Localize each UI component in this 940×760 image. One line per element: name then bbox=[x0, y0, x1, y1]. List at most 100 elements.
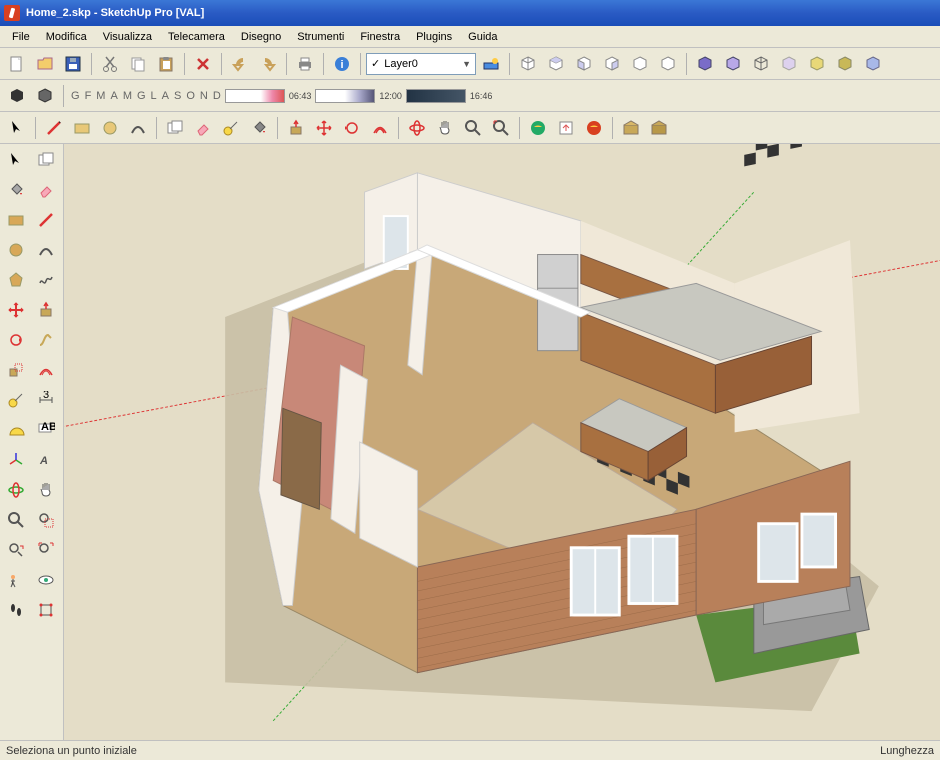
separator bbox=[286, 53, 287, 75]
paint-tool[interactable] bbox=[2, 176, 30, 204]
protractor-tool[interactable] bbox=[2, 416, 30, 444]
make-component-tool[interactable] bbox=[32, 146, 60, 174]
circle-tool-button[interactable] bbox=[97, 115, 123, 141]
line-tool[interactable] bbox=[32, 206, 60, 234]
view-right-button[interactable] bbox=[599, 51, 625, 77]
orbit-tool-button[interactable] bbox=[404, 115, 430, 141]
view-front-button[interactable] bbox=[571, 51, 597, 77]
menu-file[interactable]: File bbox=[4, 28, 38, 46]
style-monochrome-button[interactable] bbox=[804, 51, 830, 77]
eraser-tool-button[interactable] bbox=[190, 115, 216, 141]
menu-telecamera[interactable]: Telecamera bbox=[160, 28, 233, 46]
paste-button[interactable] bbox=[153, 51, 179, 77]
zoom-window-tool[interactable] bbox=[32, 506, 60, 534]
walk-tool[interactable] bbox=[2, 596, 30, 624]
print-button[interactable] bbox=[292, 51, 318, 77]
style-shaded-texture-button[interactable] bbox=[832, 51, 858, 77]
offset-tool-button[interactable] bbox=[367, 115, 393, 141]
style-xray-button[interactable] bbox=[776, 51, 802, 77]
save-button[interactable] bbox=[60, 51, 86, 77]
text-tool[interactable]: ABC bbox=[32, 416, 60, 444]
dimension-tool[interactable]: 3 bbox=[32, 386, 60, 414]
orbit-tool[interactable] bbox=[2, 476, 30, 504]
pan-tool[interactable] bbox=[32, 476, 60, 504]
zoom-tool[interactable] bbox=[2, 506, 30, 534]
undo-button[interactable] bbox=[227, 51, 253, 77]
view-top-button[interactable] bbox=[543, 51, 569, 77]
copy-button[interactable] bbox=[125, 51, 151, 77]
previous-tool[interactable] bbox=[2, 536, 30, 564]
eraser-tool[interactable] bbox=[32, 176, 60, 204]
time-gradient2[interactable] bbox=[406, 89, 466, 103]
date-gradient[interactable] bbox=[225, 89, 285, 103]
style-shaded-button[interactable] bbox=[692, 51, 718, 77]
style-extra-button[interactable] bbox=[860, 51, 886, 77]
move-tool-button[interactable] bbox=[311, 115, 337, 141]
move-tool[interactable] bbox=[2, 296, 30, 324]
arc-tool[interactable] bbox=[32, 236, 60, 264]
scale-tool[interactable] bbox=[2, 356, 30, 384]
materials-button[interactable] bbox=[646, 115, 672, 141]
freehand-tool[interactable] bbox=[32, 266, 60, 294]
zoom-extents-tool[interactable] bbox=[32, 536, 60, 564]
offset-tool[interactable] bbox=[32, 356, 60, 384]
time-gradient[interactable] bbox=[315, 89, 375, 103]
make-component-button[interactable] bbox=[162, 115, 188, 141]
menu-modifica[interactable]: Modifica bbox=[38, 28, 95, 46]
shadow-settings-button[interactable] bbox=[32, 83, 58, 109]
open-button[interactable] bbox=[32, 51, 58, 77]
delete-button[interactable] bbox=[190, 51, 216, 77]
share-model-button[interactable] bbox=[553, 115, 579, 141]
menu-visualizza[interactable]: Visualizza bbox=[95, 28, 160, 46]
polygon-tool[interactable] bbox=[2, 266, 30, 294]
zoom-extents-button[interactable] bbox=[488, 115, 514, 141]
layer-dropdown[interactable]: ✓ Layer0 ▼ bbox=[366, 53, 476, 75]
3d-text-tool[interactable]: A bbox=[32, 446, 60, 474]
axes-tool[interactable] bbox=[2, 446, 30, 474]
shadow-toggle-button[interactable] bbox=[4, 83, 30, 109]
cut-button[interactable] bbox=[97, 51, 123, 77]
rotate-tool-button[interactable] bbox=[339, 115, 365, 141]
push-pull-button[interactable] bbox=[283, 115, 309, 141]
new-button[interactable] bbox=[4, 51, 30, 77]
menu-guida[interactable]: Guida bbox=[460, 28, 505, 46]
circle-tool[interactable] bbox=[2, 236, 30, 264]
select-tool[interactable] bbox=[2, 146, 30, 174]
get-models-button[interactable] bbox=[525, 115, 551, 141]
pan-tool-button[interactable] bbox=[432, 115, 458, 141]
menu-finestra[interactable]: Finestra bbox=[352, 28, 408, 46]
menu-strumenti[interactable]: Strumenti bbox=[289, 28, 352, 46]
style-wireframe-button[interactable] bbox=[748, 51, 774, 77]
window-title: Home_2.skp - SketchUp Pro [VAL] bbox=[26, 7, 204, 19]
rectangle-tool-button[interactable] bbox=[69, 115, 95, 141]
view-left-button[interactable] bbox=[655, 51, 681, 77]
redo-button[interactable] bbox=[255, 51, 281, 77]
warehouse-button[interactable] bbox=[581, 115, 607, 141]
position-camera-tool[interactable] bbox=[2, 566, 30, 594]
look-around-tool[interactable] bbox=[32, 566, 60, 594]
model-info-button[interactable]: i bbox=[329, 51, 355, 77]
tape-measure-button[interactable] bbox=[218, 115, 244, 141]
statusbar: Seleziona un punto iniziale Lunghezza bbox=[0, 740, 940, 760]
menu-plugins[interactable]: Plugins bbox=[408, 28, 460, 46]
follow-me-tool[interactable] bbox=[32, 326, 60, 354]
style-hidden-button[interactable] bbox=[720, 51, 746, 77]
time-start: 06:43 bbox=[287, 91, 314, 101]
zoom-tool-button[interactable] bbox=[460, 115, 486, 141]
3d-viewport[interactable] bbox=[64, 144, 940, 740]
push-pull-tool[interactable] bbox=[32, 296, 60, 324]
tape-measure-tool[interactable] bbox=[2, 386, 30, 414]
view-iso-button[interactable] bbox=[515, 51, 541, 77]
view-back-button[interactable] bbox=[627, 51, 653, 77]
shadow-date-slider[interactable]: G F M A M G L A S O N D bbox=[69, 90, 223, 102]
paint-bucket-button[interactable] bbox=[246, 115, 272, 141]
layer-manager-button[interactable] bbox=[478, 51, 504, 77]
section-plane-tool[interactable] bbox=[32, 596, 60, 624]
components-button[interactable] bbox=[618, 115, 644, 141]
arc-tool-button[interactable] bbox=[125, 115, 151, 141]
rectangle-tool[interactable] bbox=[2, 206, 30, 234]
select-tool-button[interactable] bbox=[4, 115, 30, 141]
menu-disegno[interactable]: Disegno bbox=[233, 28, 289, 46]
rotate-tool[interactable] bbox=[2, 326, 30, 354]
line-tool-button[interactable] bbox=[41, 115, 67, 141]
